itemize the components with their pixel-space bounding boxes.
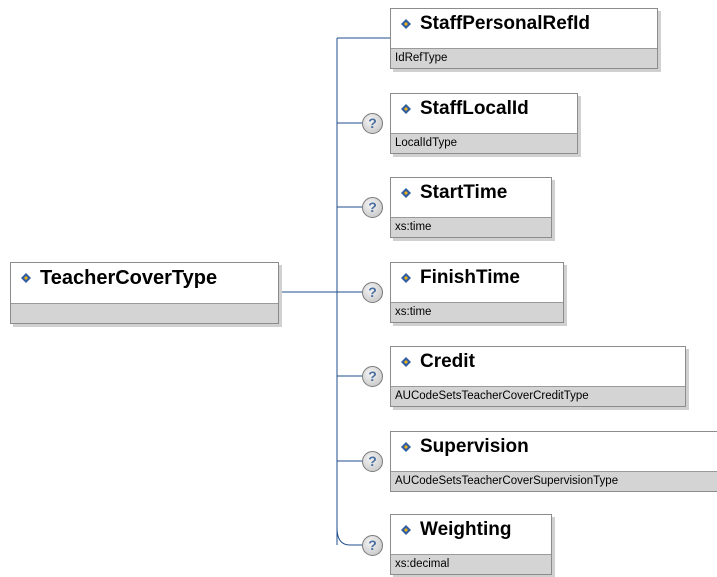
element-name: StaffLocalId	[420, 98, 529, 119]
element-header: Weighting	[391, 515, 551, 545]
element-type: IdRefType	[391, 48, 657, 68]
element-header: FinishTime	[391, 263, 563, 293]
element-icon	[401, 104, 411, 114]
element-icon	[401, 525, 411, 535]
root-element-box[interactable]: TeacherCoverType	[10, 262, 279, 324]
element-type: xs:decimal	[391, 554, 551, 574]
element-type: LocalIdType	[391, 133, 577, 153]
optional-marker-icon: ?	[362, 366, 383, 387]
element-header: StaffPersonalRefId	[391, 9, 657, 39]
element-icon	[401, 442, 411, 452]
element-name: Weighting	[420, 519, 512, 540]
element-box-stafflocalid[interactable]: StaffLocalId LocalIdType	[390, 93, 578, 154]
element-header: Supervision	[391, 432, 717, 462]
element-box-starttime[interactable]: StartTime xs:time	[390, 177, 552, 238]
element-type: xs:time	[391, 302, 563, 322]
optional-marker-icon: ?	[362, 113, 383, 134]
element-box-credit[interactable]: Credit AUCodeSetsTeacherCoverCreditType	[390, 346, 686, 407]
root-element-type	[11, 303, 278, 323]
element-header: StartTime	[391, 178, 551, 208]
element-box-finishtime[interactable]: FinishTime xs:time	[390, 262, 564, 323]
element-box-supervision[interactable]: Supervision AUCodeSetsTeacherCoverSuperv…	[390, 431, 717, 492]
element-box-weighting[interactable]: Weighting xs:decimal	[390, 514, 552, 575]
element-header: Credit	[391, 347, 685, 377]
element-type: AUCodeSetsTeacherCoverSupervisionType	[391, 471, 717, 491]
element-icon	[401, 188, 411, 198]
element-name: StaffPersonalRefId	[420, 13, 590, 34]
element-type: xs:time	[391, 217, 551, 237]
element-type: AUCodeSetsTeacherCoverCreditType	[391, 386, 685, 406]
element-name: Credit	[420, 351, 475, 372]
branch-weighting	[336, 527, 362, 546]
element-icon	[401, 273, 411, 283]
optional-marker-icon: ?	[362, 282, 383, 303]
optional-marker-icon: ?	[362, 451, 383, 472]
root-element-header: TeacherCoverType	[11, 263, 278, 293]
element-icon	[21, 273, 31, 283]
optional-marker-icon: ?	[362, 535, 383, 556]
element-name: StartTime	[420, 182, 508, 203]
optional-marker-icon: ?	[362, 197, 383, 218]
element-icon	[401, 357, 411, 367]
element-box-staffpersonalrefid[interactable]: StaffPersonalRefId IdRefType	[390, 8, 658, 69]
element-name: FinishTime	[420, 267, 520, 288]
root-element-name: TeacherCoverType	[40, 266, 218, 289]
element-header: StaffLocalId	[391, 94, 577, 124]
element-icon	[401, 19, 411, 29]
element-name: Supervision	[420, 436, 529, 457]
